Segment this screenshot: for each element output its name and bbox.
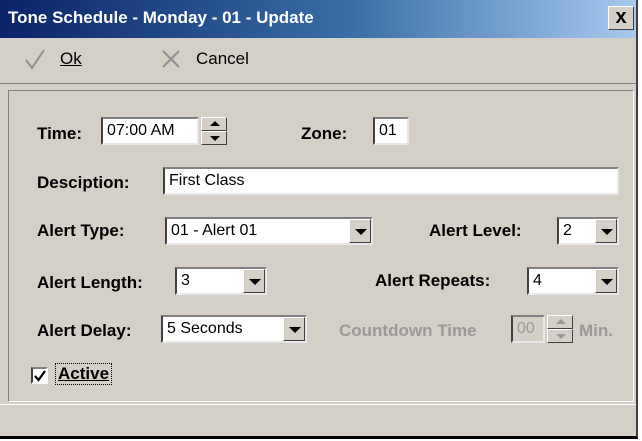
alert-repeats-value: 4 xyxy=(533,272,542,289)
description-label: Desciption: xyxy=(37,173,130,192)
alert-delay-select[interactable]: 5 Seconds xyxy=(161,315,307,343)
title-bar[interactable]: Tone Schedule - Monday - 01 - Update x xyxy=(0,0,636,38)
alert-length-select[interactable]: 3 xyxy=(175,267,267,295)
alert-delay-label: Alert Delay: xyxy=(37,321,132,340)
chevron-down-icon[interactable] xyxy=(283,317,305,341)
alert-repeats-label: Alert Repeats: xyxy=(375,271,491,290)
alert-level-value: 2 xyxy=(563,222,572,239)
check-mark-icon xyxy=(34,370,46,382)
time-label: Time: xyxy=(37,124,83,143)
zone-label: Zone: xyxy=(301,124,348,143)
spin-up-icon[interactable] xyxy=(201,117,227,131)
ok-label: Ok xyxy=(60,49,82,68)
alert-type-label: Alert Type: xyxy=(37,221,125,240)
spin-down-icon[interactable] xyxy=(547,329,573,343)
countdown-unit: Min. xyxy=(579,321,613,340)
chevron-down-icon[interactable] xyxy=(595,269,617,293)
countdown-label: Countdown Time xyxy=(339,321,477,340)
alert-level-label: Alert Level: xyxy=(429,221,522,240)
spin-up-icon[interactable] xyxy=(547,315,573,329)
window-title: Tone Schedule - Monday - 01 - Update xyxy=(8,8,314,27)
cancel-label: Cancel xyxy=(196,49,249,68)
alert-type-value: 01 - Alert 01 xyxy=(171,222,258,239)
time-spinner[interactable] xyxy=(201,117,227,145)
toolbar: Ok Cancel xyxy=(0,38,636,84)
alert-level-select[interactable]: 2 xyxy=(557,217,619,245)
cancel-button[interactable]: Cancel xyxy=(160,48,249,70)
close-button[interactable]: x xyxy=(608,6,634,30)
alert-type-select[interactable]: 01 - Alert 01 xyxy=(165,217,373,245)
form-panel: Time: 07:00 AM Zone: 01 Desciption: Firs… xyxy=(8,90,634,402)
chevron-down-icon[interactable] xyxy=(349,219,371,243)
countdown-spinner[interactable] xyxy=(547,315,573,343)
chevron-down-icon[interactable] xyxy=(243,269,265,293)
active-label[interactable]: Active xyxy=(55,363,113,385)
x-icon xyxy=(162,50,180,68)
alert-delay-value: 5 Seconds xyxy=(167,320,243,337)
spin-down-icon[interactable] xyxy=(201,131,227,145)
countdown-field[interactable]: 00 xyxy=(511,315,545,343)
alert-length-label: Alert Length: xyxy=(37,273,143,292)
description-field[interactable]: First Class xyxy=(163,167,619,195)
active-checkbox[interactable] xyxy=(31,367,48,384)
checkmark-icon xyxy=(25,49,45,70)
status-bar xyxy=(0,404,636,436)
alert-repeats-select[interactable]: 4 xyxy=(527,267,619,295)
alert-length-value: 3 xyxy=(181,272,190,289)
time-field[interactable]: 07:00 AM xyxy=(101,117,199,145)
tone-schedule-dialog: Tone Schedule - Monday - 01 - Update x O… xyxy=(0,0,638,439)
ok-button[interactable]: Ok xyxy=(24,48,82,70)
zone-field[interactable]: 01 xyxy=(373,117,409,145)
chevron-down-icon[interactable] xyxy=(595,219,617,243)
